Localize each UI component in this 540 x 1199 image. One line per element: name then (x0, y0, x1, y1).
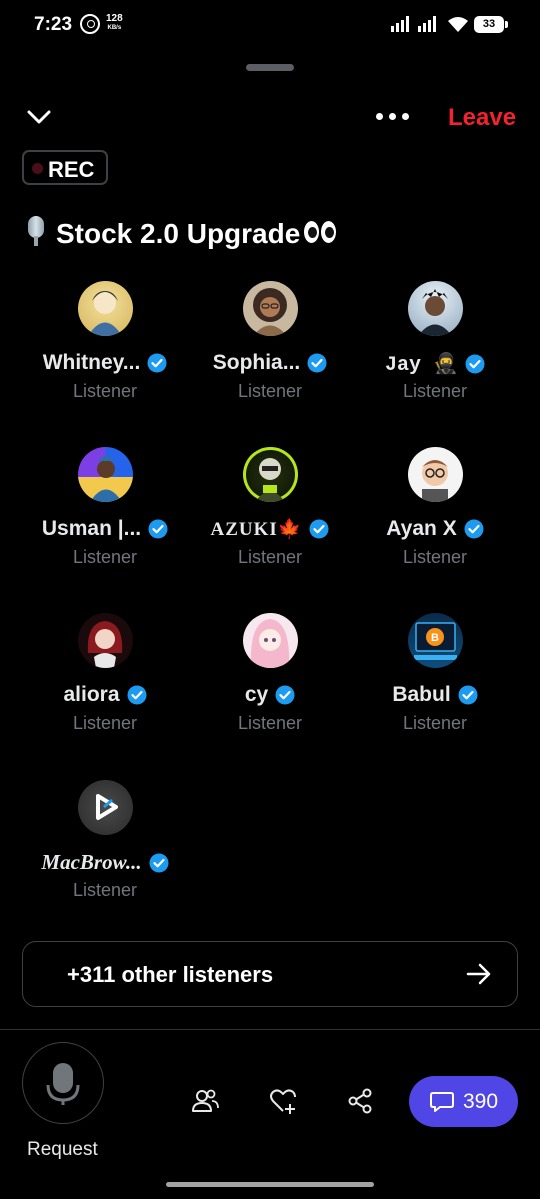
avatar (408, 281, 463, 336)
verified-badge-icon (127, 685, 147, 705)
listener-name-row: Sophia... (187, 351, 353, 375)
listener-name: Whitney... (42, 351, 141, 374)
listener-name-row: aliora (22, 683, 188, 707)
listener-role: Listener (72, 381, 138, 401)
more-options-icon[interactable] (374, 106, 410, 126)
comment-count: 390 (462, 1089, 499, 1113)
microphone-icon (46, 1062, 79, 1105)
listener-name: aliora (63, 683, 120, 706)
eyes-emoji-icon (304, 221, 338, 245)
share-icon[interactable] (345, 1086, 375, 1116)
space-title: Stock 2.0 Upgrade (24, 216, 338, 250)
listener-name-row: Jay 🥷 (352, 351, 518, 377)
request-mic-button[interactable] (22, 1042, 104, 1124)
record-dot-icon (32, 163, 43, 174)
verified-badge-icon (465, 354, 485, 374)
people-icon[interactable] (190, 1086, 220, 1116)
divider (0, 1029, 540, 1030)
signal-icon-2 (418, 16, 440, 32)
avatar (243, 613, 298, 668)
avatar (78, 780, 133, 835)
listener-role: Listener (402, 381, 468, 401)
listener-name: MacBrow... (41, 850, 142, 874)
status-bar: 7:23 128 KB/s 33 (0, 0, 540, 52)
heart-add-icon[interactable] (268, 1086, 298, 1116)
microphone-emoji-icon (24, 216, 48, 248)
verified-badge-icon (464, 519, 484, 539)
home-indicator[interactable] (166, 1182, 374, 1187)
listener-role: Listener (237, 713, 303, 733)
other-listeners-button[interactable]: +311 other listeners (22, 941, 518, 1007)
recording-badge: REC (22, 150, 108, 185)
other-listeners-label: +311 other listeners (67, 962, 274, 987)
whatsapp-icon (80, 14, 100, 34)
listener-name-row: Babul (352, 683, 518, 707)
verified-badge-icon (458, 685, 478, 705)
listener-name-row: Whitney... (22, 351, 188, 375)
collapse-chevron-icon[interactable] (24, 104, 54, 130)
verified-badge-icon (275, 685, 295, 705)
listener-name-row: Ayan X (352, 517, 518, 541)
listener-role: Listener (237, 381, 303, 401)
listener-name: Babul (392, 683, 451, 706)
listener-name: Sophia... (212, 351, 301, 374)
battery-icon: 33 (474, 16, 508, 33)
status-time: 7:23 (34, 14, 73, 35)
listener-name: cy (244, 683, 269, 706)
listener-name-row: cy (187, 683, 353, 707)
comment-bubble-icon (429, 1091, 454, 1112)
listener-role: Listener (402, 547, 468, 567)
listener-name: Usman |... (41, 517, 142, 540)
avatar: B (408, 613, 463, 668)
avatar (78, 613, 133, 668)
avatar (408, 447, 463, 502)
listener-name: Jay 🥷 (385, 354, 458, 377)
verified-badge-icon (147, 353, 167, 373)
listener-name-row: MacBrow... (22, 850, 188, 875)
avatar (243, 281, 298, 336)
network-speed-value: 128 (106, 13, 123, 24)
signal-icon (391, 16, 413, 32)
svg-text:B: B (431, 632, 439, 644)
avatar (243, 447, 298, 502)
request-label: Request (27, 1139, 98, 1160)
recording-label: REC (48, 157, 95, 182)
verified-badge-icon (149, 853, 169, 872)
listener-role: Listener (237, 547, 303, 567)
avatar (78, 447, 133, 502)
network-speed: 128 KB/s (106, 14, 123, 32)
listener-role: Listener (72, 547, 138, 567)
listener-name: Ayan X (386, 517, 457, 540)
listener-name-row: AZUKI🍁 (187, 517, 353, 541)
listener-role: Listener (402, 713, 468, 733)
listener-name-row: Usman |... (22, 517, 188, 541)
verified-badge-icon (309, 519, 329, 539)
listener-name: AZUKI🍁 (210, 519, 303, 540)
verified-badge-icon (307, 353, 327, 373)
leave-button[interactable]: Leave (448, 104, 516, 132)
listener-role: Listener (72, 880, 138, 900)
network-speed-unit: KB/s (107, 25, 122, 31)
avatar (78, 281, 133, 336)
listener-role: Listener (72, 713, 138, 733)
arrow-right-icon (466, 963, 491, 985)
verified-badge-icon (148, 519, 168, 539)
wifi-icon (448, 17, 468, 32)
comments-button[interactable]: 390 (409, 1076, 518, 1127)
space-title-text: Stock 2.0 Upgrade (56, 218, 301, 249)
drag-handle[interactable] (246, 64, 294, 71)
